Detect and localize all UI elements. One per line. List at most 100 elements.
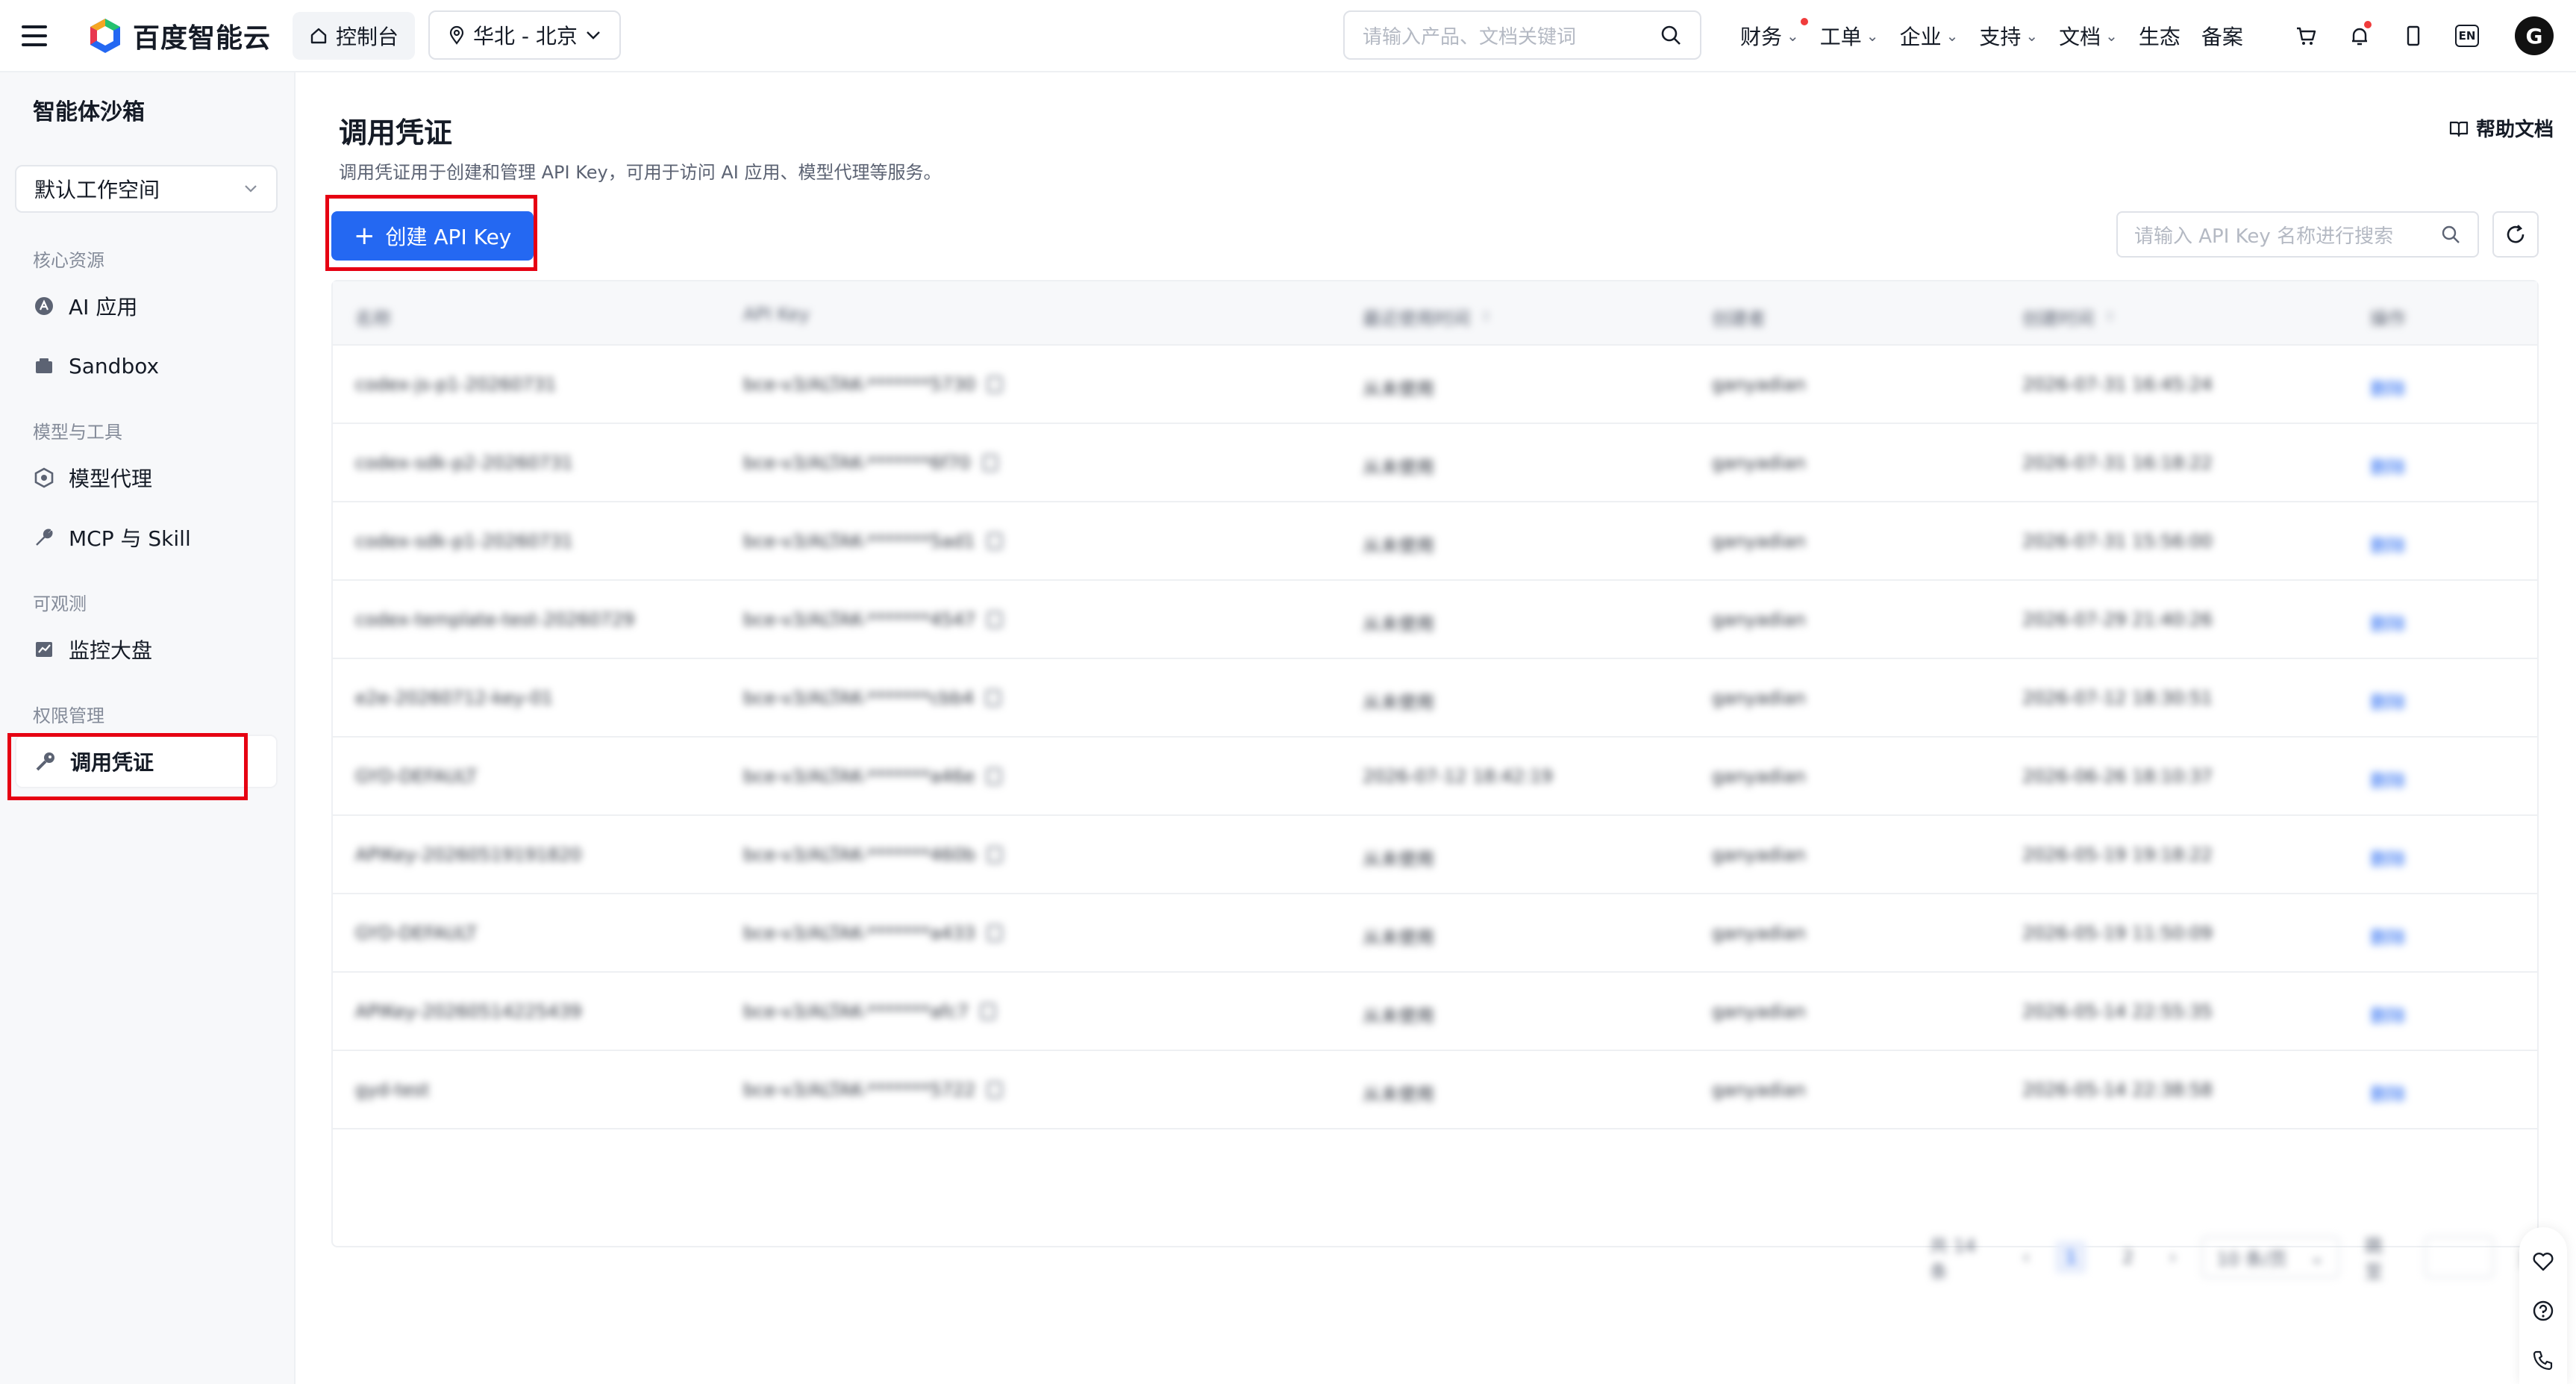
- copy-icon[interactable]: [980, 1003, 995, 1020]
- cell-op[interactable]: 删除: [2370, 766, 2406, 792]
- cell-op[interactable]: 删除: [2370, 531, 2406, 557]
- cell-op[interactable]: 删除: [2370, 1001, 2406, 1027]
- sandbox-icon: [33, 355, 55, 377]
- cell-text: 2026-06-26 18:10:37: [2022, 766, 2213, 787]
- column-header-created-at[interactable]: 创建时间 ⇕: [2022, 304, 2116, 330]
- copy-icon[interactable]: [987, 847, 1003, 863]
- cell-created: 2026-06-26 18:10:37: [2022, 766, 2213, 787]
- mobile-icon[interactable]: [2397, 19, 2430, 52]
- cell-text: 2026-05-14 22:55:35: [2022, 1001, 2213, 1022]
- nav-item-4[interactable]: 文档 ⌄: [2048, 16, 2128, 55]
- avatar[interactable]: G: [2515, 16, 2554, 55]
- page-number[interactable]: 1: [2055, 1241, 2087, 1274]
- copy-icon[interactable]: [987, 611, 1003, 628]
- console-button[interactable]: 控制台: [293, 12, 416, 60]
- cell-key: bce-v3/ALTAK-*******a433: [743, 923, 1002, 944]
- search-icon[interactable]: [2440, 224, 2461, 245]
- copy-icon[interactable]: [987, 1082, 1003, 1098]
- cell-text: 删除: [2370, 535, 2406, 556]
- heart-icon[interactable]: [2531, 1250, 2555, 1274]
- cell-name: APIKey-20260514225439: [355, 1001, 582, 1022]
- page-number[interactable]: 2: [2112, 1241, 2143, 1274]
- cell-text: 删除: [2370, 614, 2406, 635]
- cell-text: bce-v3/ALTAK-*******5722: [743, 1079, 976, 1100]
- nav-item-3[interactable]: 支持 ⌄: [1969, 16, 2048, 55]
- table-row: codex-js-p1-20260731 bce-v3/ALTAK-*******…: [333, 346, 2537, 424]
- nav-item-6[interactable]: 备案: [2191, 16, 2254, 55]
- pagination-total: 共 14 条: [1930, 1235, 1977, 1282]
- nav-item-0[interactable]: 财务 ⌄: [1730, 16, 1810, 55]
- cell-op[interactable]: 删除: [2370, 688, 2406, 714]
- cell-created: 2026-07-12 18:30:51: [2022, 688, 2213, 708]
- sidebar-item-label: AI 应用: [69, 295, 138, 319]
- nav-item-5[interactable]: 生态: [2128, 16, 2191, 55]
- notification-dot: [2364, 21, 2372, 28]
- region-selector[interactable]: 华北 - 北京: [428, 10, 621, 60]
- copy-icon[interactable]: [986, 690, 1001, 706]
- phone-icon[interactable]: [2531, 1348, 2555, 1372]
- column-header-last-used[interactable]: 最近使用时间 ⇕: [1363, 304, 1492, 330]
- api-key-search-input[interactable]: 请输入 API Key 名称进行搜索: [2116, 211, 2479, 258]
- notification-dot: [1800, 18, 1808, 25]
- copy-icon[interactable]: [987, 376, 1003, 393]
- cell-text: 2026-05-14 22:38:58: [2022, 1079, 2213, 1100]
- location-icon: [449, 25, 464, 45]
- sidebar-item-mcp-skill[interactable]: MCP 与 Skill: [15, 511, 278, 564]
- cell-text: 2026-07-31 16:45:24: [2022, 374, 2213, 395]
- region-label: 华北 - 北京: [473, 24, 578, 49]
- global-search-input[interactable]: 请输入产品、文档关键词: [1343, 10, 1701, 60]
- highlight-box-create-button: [325, 195, 537, 271]
- prev-page-icon[interactable]: ‹: [2022, 1247, 2030, 1268]
- cell-op[interactable]: 删除: [2370, 452, 2406, 479]
- bell-icon[interactable]: [2343, 19, 2376, 52]
- cell-op[interactable]: 删除: [2370, 844, 2406, 870]
- nav-item-label: 生态: [2138, 25, 2180, 49]
- nav-item-1[interactable]: 工单 ⌄: [1810, 16, 1889, 55]
- copy-icon[interactable]: [987, 925, 1002, 941]
- help-docs-link[interactable]: 帮助文档: [2449, 114, 2554, 142]
- copy-icon[interactable]: [987, 533, 1002, 549]
- help-icon[interactable]: [2531, 1299, 2555, 1323]
- cell-text: codex-sdk-p2-20260731: [355, 452, 573, 473]
- table-row: GYD-DEFAULT bce-v3/ALTAK-*******a433 从未使用 g…: [333, 894, 2537, 973]
- cell-op[interactable]: 删除: [2370, 1079, 2406, 1106]
- cart-icon[interactable]: [2289, 19, 2322, 52]
- nav-item-2[interactable]: 企业 ⌄: [1889, 16, 1969, 55]
- refresh-button[interactable]: [2492, 211, 2539, 258]
- cell-last-used: 从未使用: [1363, 1079, 1434, 1106]
- sidebar-item-model-proxy[interactable]: 模型代理: [15, 451, 278, 505]
- language-switch[interactable]: EN: [2451, 19, 2483, 52]
- nav-item-label: 备案: [2201, 25, 2243, 49]
- brand-logo[interactable]: 百度智能云: [87, 15, 271, 57]
- sidebar-item-label: Sandbox: [69, 353, 160, 378]
- next-page-icon[interactable]: ›: [2169, 1247, 2177, 1268]
- cell-op[interactable]: 删除: [2370, 374, 2406, 400]
- cell-text: ganyadian: [1712, 531, 1806, 552]
- hexagon-icon: [33, 467, 55, 489]
- workspace-select[interactable]: 默认工作空间: [15, 165, 278, 213]
- page-size-select[interactable]: 10 条/页 ⌄: [2201, 1236, 2340, 1278]
- cell-text: 删除: [2370, 927, 2406, 948]
- cloud-logo-icon: [90, 19, 120, 53]
- sidebar-item-sandbox[interactable]: Sandbox: [15, 339, 278, 393]
- nav-item-label: 文档: [2059, 25, 2101, 49]
- cell-op[interactable]: 删除: [2370, 609, 2406, 635]
- help-docs-label: 帮助文档: [2475, 119, 2554, 141]
- sidebar-item-monitor[interactable]: 监控大盘: [15, 623, 278, 676]
- cell-last-used: 从未使用: [1363, 923, 1434, 949]
- sidebar-item-ai-app[interactable]: AI 应用: [15, 279, 278, 333]
- sidebar: 智能体沙箱 默认工作空间 核心资源 AI 应用 Sandbox 模型与工具 模型…: [0, 72, 296, 1384]
- copy-icon[interactable]: [982, 455, 998, 471]
- cell-op[interactable]: 删除: [2370, 923, 2406, 949]
- copy-icon[interactable]: [987, 768, 1002, 785]
- cell-text: 2026-07-29 21:40:26: [2022, 609, 2213, 630]
- cell-text: ganyadian: [1712, 374, 1806, 395]
- table-row: APIKey-20260519191820 bce-v3/ALTAK-******…: [333, 816, 2537, 894]
- highlight-box-sidebar: [7, 733, 248, 800]
- cell-creator: ganyadian: [1712, 1001, 1806, 1022]
- jump-page-input[interactable]: [2425, 1236, 2494, 1278]
- search-icon[interactable]: [1660, 24, 1682, 46]
- cell-key: bce-v3/ALTAK-*******cbb4: [743, 688, 1001, 708]
- menu-icon[interactable]: [21, 21, 48, 51]
- cell-key: bce-v3/ALTAK-*******5722: [743, 1079, 1003, 1100]
